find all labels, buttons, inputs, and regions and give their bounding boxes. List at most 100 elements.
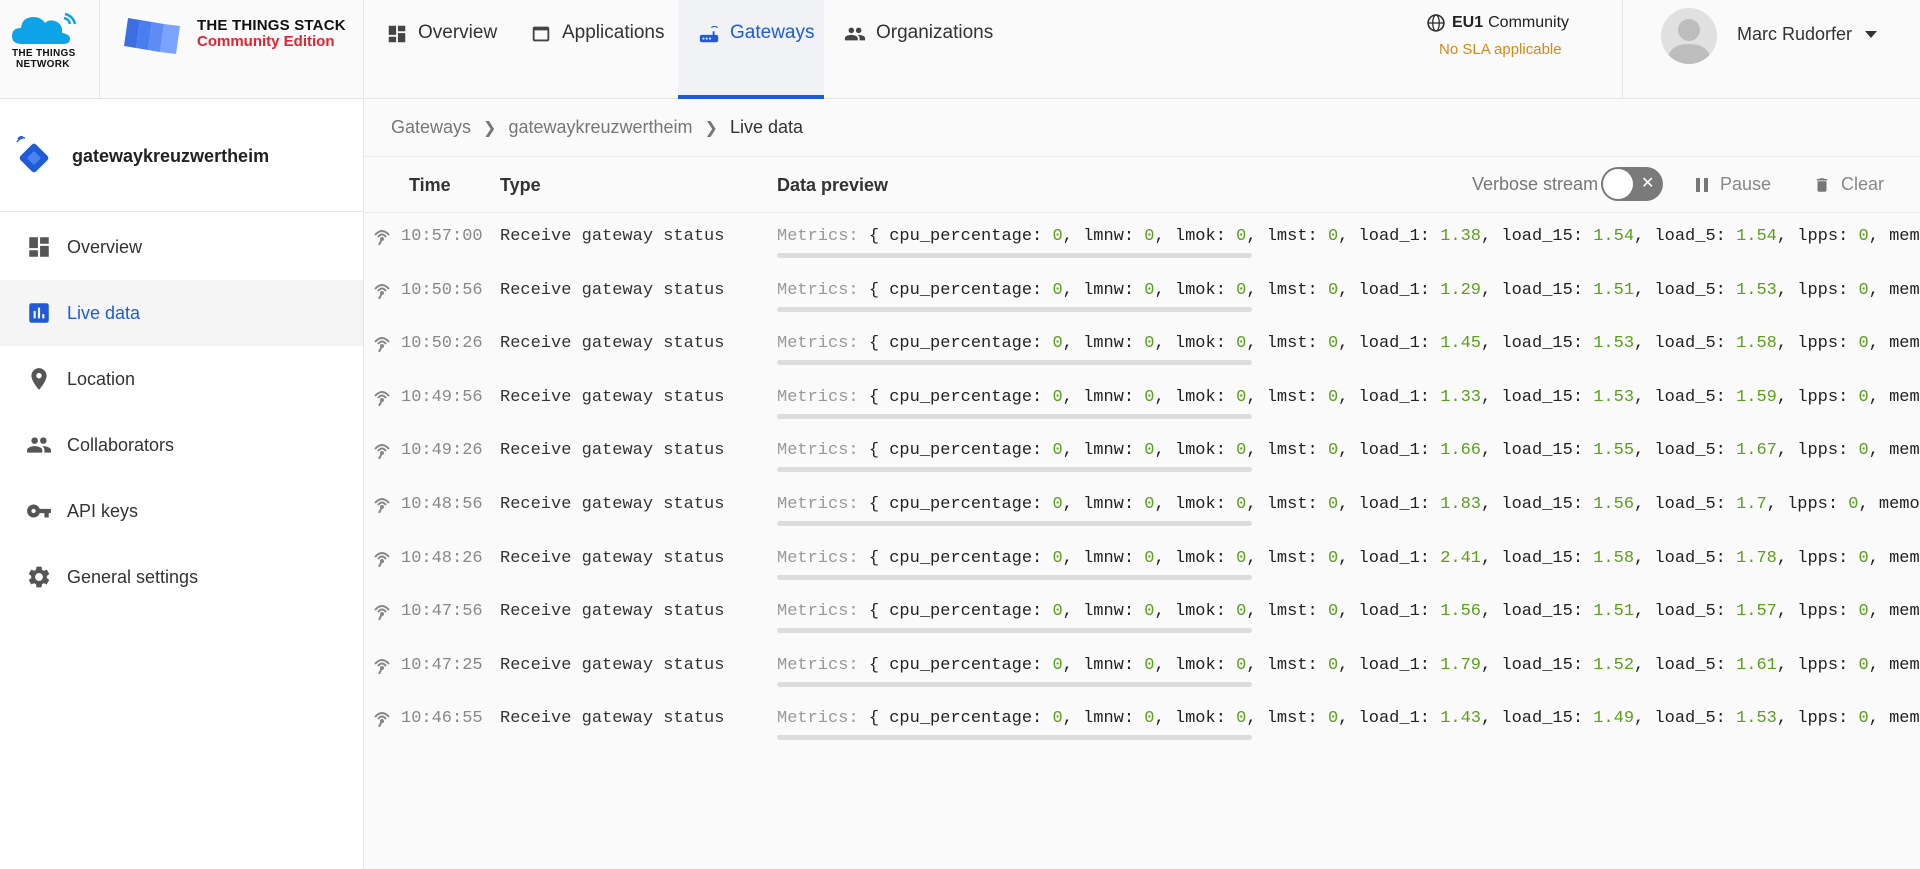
table-row[interactable]: 10:48:56 Receive gateway status Metrics: {…: [364, 481, 1920, 535]
table-row[interactable]: 10:49:56 Receive gateway status Metrics: {…: [364, 374, 1920, 428]
row-time: 10:49:26: [401, 441, 483, 461]
nav-gateways-label: Gateways: [730, 22, 815, 43]
table-row[interactable]: 10:50:26 Receive gateway status Metrics: {…: [364, 320, 1920, 374]
table-row[interactable]: 10:49:26 Receive gateway status Metrics: {…: [364, 427, 1920, 481]
metric-value: 1.78: [1736, 548, 1777, 568]
sidebar-item-label: API keys: [67, 500, 139, 521]
chevron-right-icon: ❯: [704, 119, 718, 137]
chevron-right-icon: ❯: [483, 119, 497, 137]
preview-scrollbar[interactable]: [777, 521, 1252, 526]
metric-value: 0: [1052, 655, 1063, 675]
sidebar-item-label: Collaborators: [67, 434, 175, 455]
row-type: Receive gateway status: [500, 602, 725, 622]
gateway-uplink-icon: [374, 658, 390, 674]
metric-value: 0: [1848, 495, 1859, 514]
gateway-uplink-icon: [374, 498, 390, 513]
preview-scrollbar[interactable]: [777, 735, 1252, 741]
gateway-name: gatewaykreuzwertheim: [72, 146, 270, 166]
row-data-preview: Metrics: { cpu_percentage: 0, lmnw: 0, l…: [777, 656, 1920, 675]
table-row[interactable]: 10:48:26 Receive gateway status Metrics: {…: [364, 535, 1920, 589]
table-row[interactable]: 10:50:56 Receive gateway status Metrics: {…: [364, 267, 1920, 321]
main-content: Gateways ❯ gatewaykreuzwertheim ❯ Live d…: [364, 99, 1920, 869]
metric-value: 0: [1858, 655, 1869, 675]
things-stack-logo[interactable]: THE THINGS STACK Community Edition: [100, 0, 364, 99]
breadcrumb-gateways[interactable]: Gateways: [391, 117, 471, 138]
metric-value: 0: [1236, 387, 1247, 407]
metric-value: 0: [1052, 709, 1063, 729]
row-time: 10:49:56: [401, 387, 483, 407]
nav-organizations[interactable]: Organizations: [824, 0, 1004, 99]
gateway-uplink-icon: [374, 605, 390, 621]
sidebar-item-label: Overview: [67, 236, 143, 257]
sidebar-item-collaborators[interactable]: Collaborators: [0, 412, 363, 478]
row-data-preview: Metrics: { cpu_percentage: 0, lmnw: 0, l…: [777, 334, 1920, 353]
clear-button[interactable]: Clear: [1813, 174, 1884, 195]
metric-value: 0: [1052, 280, 1063, 300]
breadcrumb-gateway[interactable]: gatewaykreuzwertheim: [508, 117, 692, 138]
row-type: Receive gateway status: [500, 441, 725, 461]
preview-scrollbar[interactable]: [777, 253, 1252, 258]
sidebar-item-location[interactable]: Location: [0, 346, 363, 412]
gateway-uplink-icon: [374, 283, 390, 299]
column-header-data-preview: Data preview: [777, 175, 889, 195]
row-time: 10:47:56: [401, 602, 483, 622]
nav-gateways[interactable]: Gateways: [678, 0, 824, 99]
verbose-stream-toggle[interactable]: ✕: [1601, 167, 1663, 201]
metric-value: 0: [1052, 387, 1063, 407]
window-icon: [532, 26, 550, 42]
table-row[interactable]: 10:47:25 Receive gateway status Metrics: {…: [364, 642, 1920, 696]
preview-trailing-key: memory_pe: [1889, 227, 1920, 246]
table-row[interactable]: 10:47:56 Receive gateway status Metrics: {…: [364, 588, 1920, 642]
row-data-preview: Metrics: { cpu_percentage: 0, lmnw: 0, l…: [777, 227, 1920, 246]
chevron-down-icon[interactable]: [1865, 31, 1877, 38]
row-data-preview: Metrics: { cpu_percentage: 0, lmnw: 0, l…: [777, 388, 1920, 407]
gateway-uplink-icon: [374, 551, 390, 567]
preview-scrollbar[interactable]: [777, 681, 1252, 687]
metric-value: 1.79: [1440, 655, 1481, 675]
ttn-logo[interactable]: THE THINGS NETWORK: [0, 0, 100, 99]
preview-prefix: Metrics:: [777, 334, 859, 354]
preview-scrollbar[interactable]: [777, 306, 1252, 312]
preview-scrollbar[interactable]: [777, 360, 1252, 366]
close-icon: ✕: [1641, 175, 1655, 192]
user-name: Marc Rudorfer: [1737, 24, 1853, 44]
metric-value: 0: [1327, 334, 1339, 354]
sidebar-item-live-data[interactable]: Live data: [0, 280, 363, 346]
metric-value: 0: [1236, 655, 1247, 675]
sidebar-item-api-keys[interactable]: API keys: [0, 478, 363, 544]
metric-value: 0: [1052, 602, 1063, 622]
metric-value: 1.54: [1736, 227, 1777, 246]
row-data-preview: Metrics: { cpu_percentage: 0, lmnw: 0, l…: [777, 709, 1920, 728]
breadcrumb: Gateways ❯ gatewaykreuzwertheim ❯ Live d…: [364, 99, 1920, 157]
nav-applications[interactable]: Applications: [524, 0, 678, 99]
preview-trailing-key: memory_pe: [1889, 602, 1920, 622]
table-row[interactable]: 10:57:00 Receive gateway status Metrics: {…: [364, 213, 1920, 267]
metric-value: 0: [1327, 602, 1339, 622]
cluster-info[interactable]: EU1 Community No SLA applicable: [1426, 13, 1572, 58]
metric-value: 0: [1858, 602, 1869, 622]
metric-value: 0: [1858, 334, 1869, 354]
metric-value: 1.56: [1440, 602, 1481, 622]
metric-value: 0: [1327, 709, 1339, 729]
metric-value: 1.38: [1440, 227, 1481, 246]
preview-scrollbar[interactable]: [777, 574, 1252, 580]
table-row[interactable]: 10:46:55 Receive gateway status Metrics: {…: [364, 695, 1920, 749]
column-header-time: Time: [409, 175, 451, 195]
pause-button[interactable]: Pause: [1694, 174, 1771, 195]
sidebar-item-general-settings[interactable]: General settings: [0, 544, 363, 610]
clear-label: Clear: [1841, 174, 1885, 194]
user-profile-menu[interactable]: Marc Rudorfer: [1622, 0, 1920, 99]
preview-scrollbar[interactable]: [777, 467, 1252, 473]
preview-scrollbar[interactable]: [777, 413, 1252, 419]
metric-value: 0: [1052, 495, 1063, 514]
preview-trailing-key: memory_pe: [1889, 655, 1920, 675]
metric-value: 0: [1052, 227, 1063, 246]
nav-overview[interactable]: Overview: [364, 0, 524, 99]
metric-value: 0: [1236, 495, 1247, 514]
top-header: THE THINGS NETWORK THE THINGS STACK Comm…: [0, 0, 1920, 99]
preview-scrollbar[interactable]: [777, 628, 1252, 634]
sidebar-item-overview[interactable]: Overview: [0, 214, 363, 280]
row-type: Receive gateway status: [500, 655, 725, 675]
row-data-preview: Metrics: { cpu_percentage: 0, lmnw: 0, l…: [777, 602, 1920, 621]
row-time: 10:48:26: [401, 548, 483, 568]
